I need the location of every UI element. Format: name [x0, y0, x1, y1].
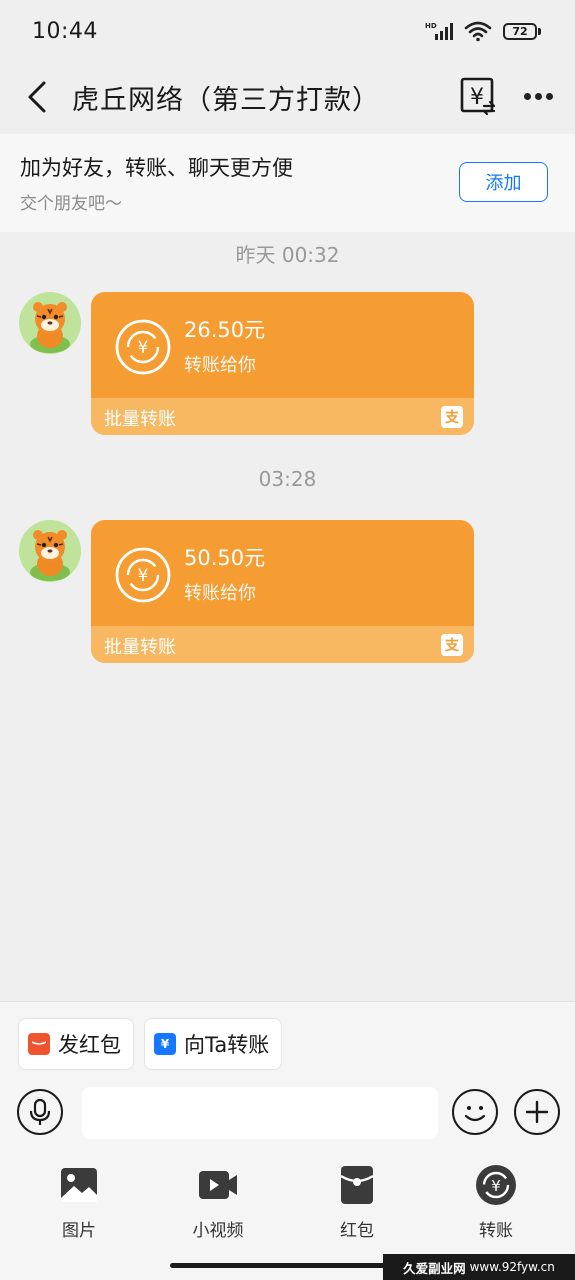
add-friend-button[interactable]: 添加: [459, 162, 548, 202]
yuan-transfer-icon: ¥: [115, 547, 171, 603]
banner-title: 加为好友，转账、聊天更方便: [20, 156, 293, 180]
red-envelope-icon: [340, 1166, 374, 1204]
yuan-transfer-icon: ¥: [154, 1033, 176, 1055]
svg-text:¥: ¥: [491, 1177, 501, 1195]
signal-icon: HD: [425, 22, 453, 40]
svg-text:¥: ¥: [470, 85, 484, 110]
svg-text:¥: ¥: [138, 338, 149, 358]
toolbar-transfer[interactable]: ¥ 转账: [446, 1164, 546, 1241]
transfer-amount: 26.50元: [184, 318, 266, 342]
transfer-card[interactable]: ¥ 26.50元 转账给你 批量转账 支: [91, 292, 474, 435]
banner-subtitle: 交个朋友吧～: [20, 194, 122, 214]
transfer-icon: ¥: [476, 1165, 516, 1205]
video-icon: [199, 1171, 237, 1199]
add-friend-banner: 加为好友，转账、聊天更方便 交个朋友吧～ 添加: [0, 134, 575, 232]
transfer-card[interactable]: ¥ 50.50元 转账给你 批量转账 支: [91, 520, 474, 663]
transfer-to-ta-button[interactable]: ¥ 向Ta转账: [144, 1018, 283, 1070]
quick-action-label: 向Ta转账: [184, 1033, 270, 1057]
toolbar-label: 红包: [340, 1221, 374, 1241]
quick-action-label: 发红包: [58, 1033, 121, 1057]
voice-input-button[interactable]: [17, 1089, 63, 1135]
send-red-envelope-button[interactable]: 发红包: [18, 1018, 134, 1070]
svg-text:¥: ¥: [138, 566, 149, 586]
yuan-transfer-icon: ¥: [115, 319, 171, 375]
red-envelope-icon: [28, 1033, 50, 1055]
page-title: 虎丘网络（第三方打款）: [72, 85, 380, 116]
message-input[interactable]: [82, 1087, 438, 1139]
battery-level: 72: [503, 22, 537, 40]
status-icons: HD 72: [425, 20, 541, 42]
home-indicator[interactable]: [170, 1263, 406, 1268]
avatar[interactable]: [19, 520, 81, 582]
transfer-description: 转账给你: [184, 583, 256, 604]
more-options-icon[interactable]: [518, 76, 558, 116]
transfer-record-icon[interactable]: ¥: [458, 76, 498, 116]
transfer-type-label: 批量转账: [104, 409, 176, 430]
microphone-icon: [29, 1098, 51, 1125]
message-timestamp: 03:28: [258, 467, 317, 491]
svg-text:HD: HD: [425, 22, 437, 30]
nav-bar: 虎丘网络（第三方打款） ¥: [0, 62, 575, 132]
toolbar-label: 图片: [62, 1221, 96, 1241]
transfer-description: 转账给你: [184, 355, 256, 376]
avatar[interactable]: [19, 292, 81, 354]
transfer-amount: 50.50元: [184, 546, 266, 570]
image-icon: [61, 1168, 97, 1202]
alipay-icon: 支: [441, 634, 463, 656]
toolbar-label: 小视频: [192, 1221, 244, 1241]
tiger-avatar-icon: [19, 292, 81, 354]
more-actions-button[interactable]: [514, 1089, 560, 1135]
smiley-icon: [464, 1106, 486, 1122]
plus-icon: [525, 1100, 549, 1124]
status-bar: 10:44 HD 72: [0, 0, 575, 62]
message-timestamp: 昨天 00:32: [235, 243, 340, 267]
watermark: 久爱副业网 www.92fyw.cn: [383, 1254, 575, 1280]
status-time: 10:44: [32, 18, 98, 44]
wifi-icon: [464, 21, 492, 42]
alipay-icon: 支: [441, 406, 463, 428]
toolbar-image[interactable]: 图片: [29, 1164, 129, 1241]
toolbar-red-envelope[interactable]: 红包: [307, 1164, 407, 1241]
transfer-type-label: 批量转账: [104, 637, 176, 658]
toolbar-label: 转账: [479, 1221, 513, 1241]
bottom-panel: 发红包 ¥ 向Ta转账 图片 小视频 红包 ¥ 转账: [0, 1001, 575, 1280]
toolbar-video[interactable]: 小视频: [168, 1164, 268, 1241]
battery-icon: 72: [503, 22, 541, 40]
tiger-avatar-icon: [19, 520, 81, 582]
watermark-url: www.92fyw.cn: [469, 1260, 555, 1274]
watermark-name: 久爱副业网: [403, 1260, 466, 1276]
emoji-button[interactable]: [452, 1089, 498, 1135]
chevron-left-icon: [28, 81, 46, 113]
back-button[interactable]: [20, 76, 54, 118]
